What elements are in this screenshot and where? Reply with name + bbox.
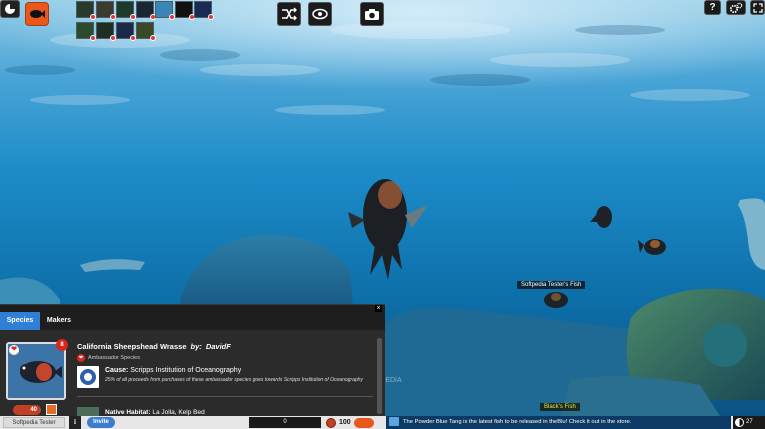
gear-icon [729,2,743,13]
cause-description: 25% of all proceeds from purchases of th… [105,377,363,383]
friends-count: 27 [746,419,753,425]
camera-button[interactable] [360,2,384,26]
remove-dot [208,14,214,20]
panel-tabs: Species Makers [0,312,385,330]
maker-name[interactable]: DavidF [206,342,231,351]
species-name: California Sheepshead Wrasse [77,342,187,351]
cause-label: Cause: [105,367,129,374]
bottom-bar: Softpedia Tester i Invite 0 100 The Powd… [0,416,765,429]
info-icon[interactable]: i [69,416,81,429]
invite-button[interactable]: Invite [87,417,115,428]
news-ticker[interactable]: The Powder Blue Tang is the latest fish … [386,416,731,429]
view-button[interactable] [308,2,332,26]
settings-button[interactable] [726,0,746,15]
camera-icon [365,8,379,20]
ambassador-label: Ambassador Species [88,355,140,361]
fish-thumbnail[interactable] [155,1,175,20]
fish-thumbnail[interactable] [96,22,116,41]
by-label: by: [190,342,202,351]
coins-value: 100 [339,419,351,426]
shuffle-icon [282,7,297,21]
species-title: California Sheepshead Wrasse by: DavidF [77,342,231,351]
fish-thumbnail[interactable] [136,1,156,20]
scripps-logo [77,366,99,388]
fish-thumbnail[interactable] [136,22,156,41]
fish-thumbnail[interactable] [116,22,136,41]
fish-button[interactable] [25,2,49,26]
divider [77,396,373,397]
scripps-logo-icon [80,369,96,385]
expand-icon [752,2,763,13]
coin-icon [326,417,336,428]
fullscreen-button[interactable] [750,0,765,15]
cause-title: Cause: Scripps Institution of Oceanograp… [105,367,241,374]
habitat-label: Native Habitat: [105,409,151,416]
habitat-row: Native Habitat: La Jolla, Kelp Bed [105,409,205,416]
heart-icon: ❤ [77,354,85,362]
news-text: The Powder Blue Tang is the latest fish … [403,419,632,425]
fish-thumbnail[interactable] [76,22,96,41]
heart-icon: ❤ [9,345,19,355]
remove-dot [150,35,156,41]
fish-thumbnail[interactable] [96,1,116,20]
chat-icon [389,416,399,426]
add-coins-icon[interactable] [353,417,374,428]
panel-scrollbar[interactable] [377,338,382,414]
eye-icon [312,8,328,20]
tab-makers[interactable]: Makers [41,312,77,330]
gift-icon[interactable] [46,404,57,415]
price-pill[interactable]: 40 [13,405,41,415]
friends-indicator[interactable]: 27 [733,416,765,429]
ambassador-row: ❤ Ambassador Species [77,354,140,362]
fish-icon [30,10,45,18]
close-icon[interactable]: × [375,305,382,312]
fish-name-label[interactable]: Black's Fish [540,403,580,411]
shuffle-button[interactable] [277,2,301,26]
fish-thumbnail[interactable] [116,1,136,20]
tab-species[interactable]: Species [0,312,40,330]
species-card: ❤ 8 40 California Sheepshead Wrasse by: D… [0,330,385,419]
coins-display: 100 [326,417,374,428]
habitat-value: La Jolla, Kelp Bed [152,409,205,416]
menu-icon [5,4,15,14]
count-badge: 8 [56,339,68,351]
fish-thumbnail[interactable] [76,1,96,20]
help-button[interactable]: ? [704,0,721,15]
yinyang-icon [735,418,744,427]
counter-field: 0 [249,417,321,428]
fish-thumbnail[interactable] [194,1,214,20]
user-name[interactable]: Softpedia Tester [3,417,65,428]
species-panel: × Species Makers ❤ 8 40 California Sheep… [0,304,385,419]
menu-button[interactable] [0,0,20,18]
fish-thumbnail[interactable] [175,1,195,20]
help-icon: ? [709,2,716,13]
cause-value: Scripps Institution of Oceanography [130,367,242,374]
fish-name-label[interactable]: Softpedia Tester's Fish [517,281,586,289]
